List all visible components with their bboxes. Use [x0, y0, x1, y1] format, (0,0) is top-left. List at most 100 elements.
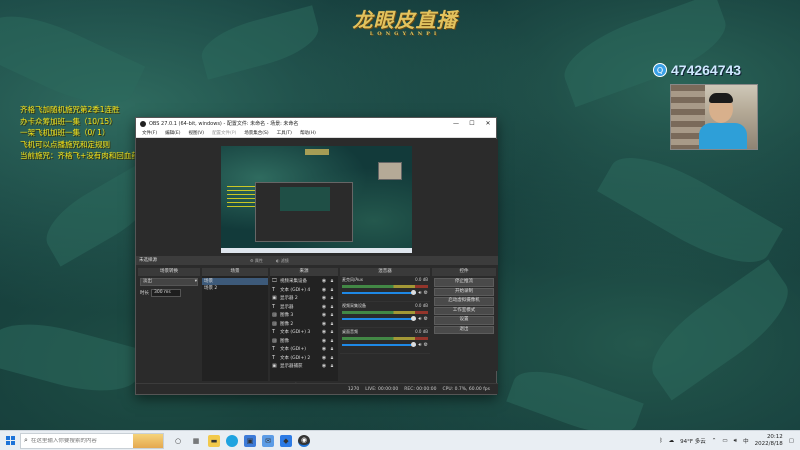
- eye-icon[interactable]: ◉: [320, 338, 328, 344]
- studio-mode-button[interactable]: 工作室模式: [434, 306, 494, 315]
- lock-icon[interactable]: 🔒︎: [328, 321, 336, 327]
- source-item[interactable]: ▨ 图像 ◉ 🔒︎: [270, 337, 338, 346]
- gear-icon[interactable]: ⚙: [424, 342, 428, 348]
- eye-icon[interactable]: ◉: [320, 278, 328, 284]
- speaker-icon[interactable]: 🔊︎: [418, 316, 421, 322]
- notification-icon[interactable]: ▢: [789, 438, 794, 444]
- close-button[interactable]: ✕: [480, 118, 496, 129]
- filters-button[interactable]: ◐ 滤镜: [274, 257, 291, 264]
- preview-canvas[interactable]: [221, 146, 412, 253]
- menu-view[interactable]: 视图(V): [185, 129, 207, 137]
- source-item[interactable]: ▣ 显示器 2 ◉ 🔒︎: [270, 294, 338, 303]
- lock-icon[interactable]: 🔒︎: [328, 295, 336, 301]
- file-explorer-icon[interactable]: ▬: [208, 434, 220, 447]
- minimize-button[interactable]: —: [448, 118, 464, 129]
- eye-icon[interactable]: ◉: [320, 295, 328, 301]
- lock-icon[interactable]: 🔒︎: [328, 338, 336, 344]
- scene-item[interactable]: 场景 2: [202, 285, 268, 292]
- start-button[interactable]: [0, 431, 20, 450]
- gear-icon[interactable]: ⚙: [424, 316, 428, 322]
- source-item[interactable]: ▨ 图像 2 ◉ 🔒︎: [270, 320, 338, 329]
- leaf-shape: [196, 5, 324, 80]
- mail-icon[interactable]: ✉: [262, 434, 274, 447]
- menu-scene-collection[interactable]: 场景集合(S): [241, 129, 271, 137]
- menu-profile[interactable]: 配置文件(P): [209, 129, 239, 137]
- slider-handle[interactable]: [411, 342, 417, 347]
- stop-streaming-button[interactable]: 停止推流: [434, 278, 494, 287]
- eye-icon[interactable]: ◉: [320, 321, 328, 327]
- obs-taskbar-icon[interactable]: ◉: [298, 434, 310, 447]
- lock-icon[interactable]: 🔒︎: [328, 329, 336, 335]
- lock-icon[interactable]: 🔒︎: [328, 312, 336, 318]
- duration-field[interactable]: 300 ms: [151, 289, 181, 297]
- source-item[interactable]: T 文本 (GDI+) 4 ◉ 🔒︎: [270, 286, 338, 295]
- clock[interactable]: 20:12 2022/8/18: [755, 434, 783, 448]
- menu-edit[interactable]: 编辑(E): [162, 129, 183, 137]
- taskbar-search[interactable]: ⌕: [20, 432, 164, 449]
- settings-button[interactable]: 设置: [434, 316, 494, 325]
- speaker-icon[interactable]: 🔊︎: [418, 290, 421, 296]
- eye-icon[interactable]: ◉: [320, 287, 328, 293]
- source-item[interactable]: T 显示器 ◉ 🔒︎: [270, 303, 338, 312]
- app-icon[interactable]: ◆: [280, 434, 292, 447]
- eye-icon[interactable]: ◉: [320, 363, 328, 369]
- lock-icon[interactable]: 🔒︎: [328, 304, 336, 310]
- volume-slider[interactable]: [342, 290, 417, 295]
- start-recording-button[interactable]: 开始录制: [434, 287, 494, 296]
- volume-slider[interactable]: [342, 342, 417, 347]
- sources-dock-header: 来源: [270, 268, 338, 276]
- network-icon[interactable]: ▭: [722, 438, 727, 444]
- brand-logo: 龙眼皮直播 LONGYANPI: [350, 4, 460, 38]
- leaf-shape: [637, 259, 800, 401]
- eye-icon[interactable]: ◉: [320, 346, 328, 352]
- eye-icon[interactable]: ◉: [320, 312, 328, 318]
- lock-icon[interactable]: 🔒︎: [328, 363, 336, 369]
- obs-window[interactable]: OBS 27.0.1 (64-bit, windows) - 配置文件: 未命名…: [135, 117, 498, 395]
- task-view-icon[interactable]: ○: [172, 435, 184, 447]
- maximize-button[interactable]: ☐: [464, 118, 480, 129]
- source-item[interactable]: 🖵 视频采集设备 ◉ 🔒︎: [270, 277, 338, 286]
- menu-help[interactable]: 帮助(H): [297, 129, 319, 137]
- volume-icon[interactable]: 🔊︎: [734, 438, 737, 445]
- transition-select[interactable]: 淡出 ▾: [140, 278, 198, 286]
- slider-handle[interactable]: [411, 316, 417, 321]
- source-item[interactable]: T 文本 (GDI+) 3 ◉ 🔒︎: [270, 328, 338, 337]
- lock-icon[interactable]: 🔒︎: [328, 287, 336, 293]
- store-icon[interactable]: ▣: [244, 434, 256, 447]
- exit-button[interactable]: 退出: [434, 325, 494, 334]
- widgets-icon[interactable]: ▦: [190, 435, 202, 447]
- eye-icon[interactable]: ◉: [320, 355, 328, 361]
- virtual-camera-button[interactable]: 启动虚拟摄像机: [434, 297, 494, 306]
- source-type-icon: T: [272, 329, 276, 336]
- source-label: 文本 (GDI+) 4: [280, 287, 311, 293]
- weather-text[interactable]: 94°F 多云: [680, 437, 706, 445]
- source-label: 显示器捕获: [280, 364, 303, 370]
- eye-icon[interactable]: ◉: [320, 304, 328, 310]
- bluetooth-icon[interactable]: ᛒ: [659, 438, 662, 444]
- slider-handle[interactable]: [411, 290, 417, 295]
- source-toolbar: 未选择源 ⚙ 属性 ◐ 滤镜: [136, 256, 498, 265]
- scene-item[interactable]: 场景: [202, 278, 268, 285]
- properties-button[interactable]: ⚙ 属性: [248, 257, 265, 264]
- menu-file[interactable]: 文件(F): [139, 129, 160, 137]
- ime-icon[interactable]: 中: [743, 437, 749, 445]
- volume-slider[interactable]: [342, 316, 417, 321]
- speaker-icon[interactable]: 🔊︎: [418, 342, 421, 348]
- gear-icon[interactable]: ⚙: [424, 290, 428, 296]
- source-label: 显示器 2: [280, 296, 298, 302]
- lock-icon[interactable]: 🔒︎: [328, 355, 336, 361]
- lock-icon[interactable]: 🔒︎: [328, 278, 336, 284]
- edge-browser-icon[interactable]: [226, 434, 238, 447]
- search-icon: ⌕: [24, 436, 28, 444]
- source-item[interactable]: ▨ 图像 3 ◉ 🔒︎: [270, 311, 338, 320]
- source-type-icon: T: [272, 303, 276, 310]
- source-item[interactable]: T 文本 (GDI+) 2 ◉ 🔒︎: [270, 354, 338, 363]
- properties-label: 属性: [254, 258, 263, 263]
- source-item[interactable]: ▣ 显示器捕获 ◉ 🔒︎: [270, 362, 338, 371]
- lock-icon[interactable]: 🔒︎: [328, 346, 336, 352]
- obs-titlebar[interactable]: OBS 27.0.1 (64-bit, windows) - 配置文件: 未命名…: [136, 118, 496, 129]
- menu-tools[interactable]: 工具(T): [274, 129, 295, 137]
- eye-icon[interactable]: ◉: [320, 329, 328, 335]
- source-item[interactable]: T 文本 (GDI+) ◉ 🔒︎: [270, 345, 338, 354]
- chevron-up-icon[interactable]: ⌃: [712, 438, 717, 444]
